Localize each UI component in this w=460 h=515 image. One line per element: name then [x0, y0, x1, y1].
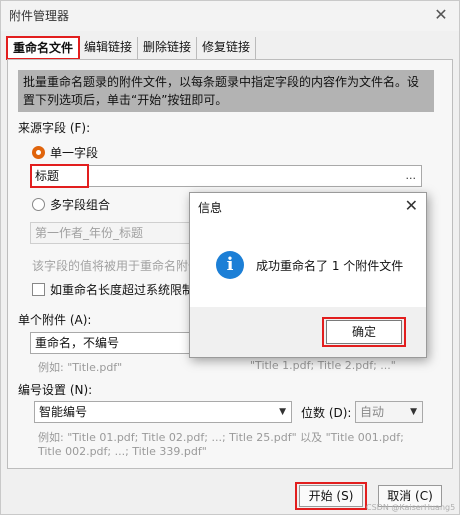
single-field-highlight [30, 164, 89, 188]
tab-edit-links[interactable]: 编辑链接 [79, 37, 139, 59]
digits-label: 位数 (D): [301, 406, 352, 420]
truncate-checkbox[interactable] [32, 283, 45, 296]
tab-repair-links[interactable]: 修复链接 [197, 37, 257, 59]
multi-field-input[interactable]: 第一作者_年份_标题 [30, 222, 190, 244]
source-field-note: 该字段的值将被用于重命名附件 [32, 259, 201, 273]
digits-select[interactable]: 自动 ▼ [355, 401, 423, 423]
digits-value: 自动 [360, 405, 385, 419]
chevron-down-icon: ▼ [410, 407, 417, 417]
info-icon: i [216, 251, 244, 279]
truncate-label: 如重命名长度超过系统限制 [50, 283, 195, 297]
single-attachment-select[interactable]: 重命名，不编号 [30, 332, 190, 354]
info-modal: 信息 ✕ i 成功重命名了 1 个附件文件 确定 [189, 192, 427, 358]
title-bar: 附件管理器 ✕ [1, 1, 459, 31]
single-field-radio[interactable] [32, 146, 45, 159]
modal-message: 成功重命名了 1 个附件文件 [256, 259, 404, 273]
info-banner: 批量重命名题录的附件文件，以每条题录中指定字段的内容作为文件名。设置下列选项后，… [18, 70, 434, 112]
numbering-label: 编号设置 (N): [18, 383, 93, 397]
close-icon[interactable]: ✕ [431, 5, 451, 25]
multi-field-radio[interactable] [32, 198, 45, 211]
multi-field-label: 多字段组合 [50, 198, 111, 212]
tab-rename-files[interactable]: 重命名文件 [5, 36, 81, 60]
single-attachment-example: 例如: "Title.pdf" [38, 361, 123, 374]
modal-title: 信息 [198, 201, 223, 215]
multi-field-value: 第一作者_年份_标题 [35, 226, 144, 240]
watermark: CSDN @KaiserHuang5 [366, 503, 456, 512]
single-field-label: 单一字段 [50, 146, 99, 160]
numbering-select[interactable]: 智能编号 ▼ [34, 401, 292, 423]
tab-strip: 重命名文件 编辑链接 删除链接 修复链接 [5, 36, 257, 60]
single-attachment-value: 重命名，不编号 [35, 336, 120, 350]
source-field-label: 来源字段 (F): [18, 121, 91, 135]
numbering-example: 例如: "Title 01.pdf; Title 02.pdf; ...; Ti… [38, 431, 404, 458]
chevron-down-icon: ▼ [279, 407, 286, 417]
single-attachment-label: 单个附件 (A): [18, 313, 92, 327]
ok-button-highlight [322, 317, 406, 347]
window-title: 附件管理器 [9, 9, 70, 23]
start-button-highlight [295, 482, 367, 510]
browse-button[interactable]: ... [406, 166, 417, 186]
modal-close-icon[interactable]: ✕ [405, 196, 418, 215]
numbering-value: 智能编号 [39, 405, 88, 419]
tab-delete-links[interactable]: 删除链接 [138, 37, 198, 59]
multi-attachment-example: "Title 1.pdf; Title 2.pdf; ..." [250, 359, 396, 372]
